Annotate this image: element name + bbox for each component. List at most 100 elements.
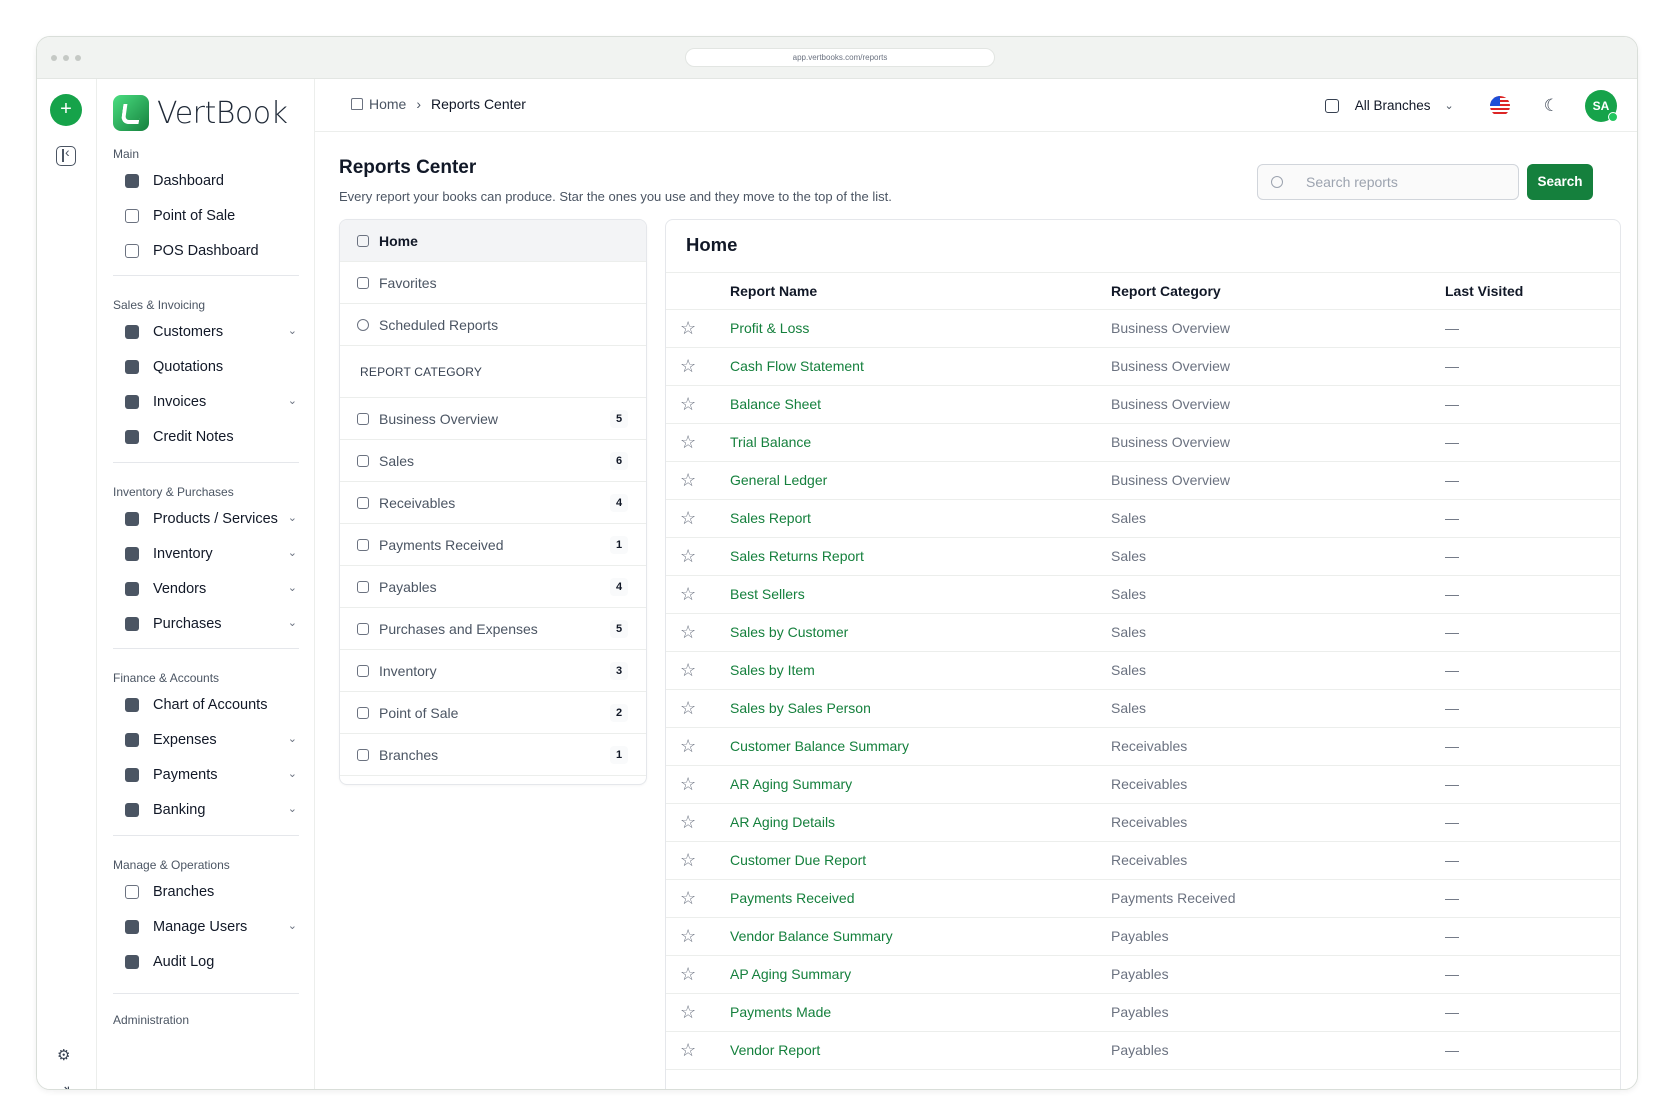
collapse-sidebar-icon[interactable] bbox=[56, 144, 76, 166]
star-icon[interactable]: ☆ bbox=[680, 622, 696, 642]
chevron-down-icon[interactable]: ⌄ bbox=[288, 546, 297, 559]
sidebar-item-expenses[interactable]: Expenses ⌄ bbox=[125, 726, 305, 754]
report-name-link[interactable]: Payments Received bbox=[730, 890, 855, 906]
sidebar-item-dashboard[interactable]: Dashboard bbox=[125, 167, 305, 195]
report-name-link[interactable]: Vendor Balance Summary bbox=[730, 928, 893, 944]
chevron-down-icon[interactable]: ⌄ bbox=[288, 919, 297, 932]
category-branches[interactable]: Branches 1 bbox=[340, 734, 646, 776]
sidebar-item-payments[interactable]: Payments ⌄ bbox=[125, 761, 305, 789]
table-row[interactable]: ☆ Customer Balance Summary Receivables — bbox=[666, 728, 1620, 766]
chevron-down-icon[interactable]: ⌄ bbox=[288, 581, 297, 594]
chevron-down-icon[interactable]: ⌄ bbox=[288, 767, 297, 780]
table-row[interactable]: ☆ Customer Due Report Receivables — bbox=[666, 842, 1620, 880]
sidebar-item-invoices[interactable]: Invoices ⌄ bbox=[125, 388, 305, 416]
category-receivables[interactable]: Receivables 4 bbox=[340, 482, 646, 524]
nav-favorites[interactable]: Favorites bbox=[340, 262, 646, 304]
report-name-link[interactable]: AP Aging Summary bbox=[730, 966, 851, 982]
table-row[interactable]: ☆ General Ledger Business Overview — bbox=[666, 462, 1620, 500]
report-name-link[interactable]: Sales by Sales Person bbox=[730, 700, 871, 716]
chevron-down-icon[interactable]: ⌄ bbox=[288, 802, 297, 815]
chevron-down-icon[interactable]: ⌄ bbox=[288, 324, 297, 337]
table-row[interactable]: ☆ Profit & Loss Business Overview — bbox=[666, 310, 1620, 348]
sidebar-item-quotations[interactable]: Quotations bbox=[125, 353, 305, 381]
star-icon[interactable]: ☆ bbox=[680, 394, 696, 414]
report-name-link[interactable]: AR Aging Summary bbox=[730, 776, 852, 792]
report-name-link[interactable]: Payments Made bbox=[730, 1004, 831, 1020]
sidebar-item-chart-of-accounts[interactable]: Chart of Accounts bbox=[125, 691, 305, 719]
star-icon[interactable]: ☆ bbox=[680, 318, 696, 338]
star-icon[interactable]: ☆ bbox=[680, 584, 696, 604]
star-icon[interactable]: ☆ bbox=[680, 660, 696, 680]
report-name-link[interactable]: Trial Balance bbox=[730, 434, 811, 450]
sidebar-item-branches[interactable]: Branches bbox=[125, 878, 305, 906]
table-row[interactable]: ☆ AP Aging Summary Payables — bbox=[666, 956, 1620, 994]
star-icon[interactable]: ☆ bbox=[680, 812, 696, 832]
nav-home[interactable]: Home bbox=[340, 220, 646, 262]
table-row[interactable]: ☆ Best Sellers Sales — bbox=[666, 576, 1620, 614]
star-icon[interactable]: ☆ bbox=[680, 698, 696, 718]
sidebar-item-credit-notes[interactable]: Credit Notes bbox=[125, 423, 305, 451]
branch-selector[interactable]: All Branches bbox=[1355, 98, 1431, 113]
report-name-link[interactable]: General Ledger bbox=[730, 472, 827, 488]
breadcrumb-home[interactable]: Home bbox=[369, 96, 406, 112]
star-icon[interactable]: ☆ bbox=[680, 470, 696, 490]
report-name-link[interactable]: Sales by Customer bbox=[730, 624, 848, 640]
report-name-link[interactable]: AR Aging Details bbox=[730, 814, 835, 830]
report-name-link[interactable]: Best Sellers bbox=[730, 586, 805, 602]
sidebar-item-products-services[interactable]: Products / Services ⌄ bbox=[125, 505, 305, 533]
star-icon[interactable]: ☆ bbox=[680, 508, 696, 528]
table-row[interactable]: ☆ Payments Received Payments Received — bbox=[666, 880, 1620, 918]
table-row[interactable]: ☆ Sales by Customer Sales — bbox=[666, 614, 1620, 652]
header-last-visited[interactable]: Last Visited bbox=[1445, 283, 1523, 299]
sidebar-item-inventory[interactable]: Inventory ⌄ bbox=[125, 540, 305, 568]
chevron-down-icon[interactable]: ⌄ bbox=[288, 394, 297, 407]
report-name-link[interactable]: Sales Returns Report bbox=[730, 548, 864, 564]
brand[interactable]: VertBook bbox=[113, 95, 288, 131]
settings-icon[interactable]: ⚙ bbox=[57, 1046, 70, 1064]
chevron-down-icon[interactable]: ⌄ bbox=[288, 732, 297, 745]
star-icon[interactable]: ☆ bbox=[680, 774, 696, 794]
table-row[interactable]: ☆ Payments Made Payables — bbox=[666, 994, 1620, 1032]
logout-icon[interactable]: ⇥ bbox=[58, 1081, 70, 1089]
header-report-name[interactable]: Report Name bbox=[730, 283, 817, 299]
url-bar[interactable]: app.vertbooks.com/reports bbox=[685, 48, 995, 67]
report-name-link[interactable]: Profit & Loss bbox=[730, 320, 809, 336]
category-point-of-sale[interactable]: Point of Sale 2 bbox=[340, 692, 646, 734]
star-icon[interactable]: ☆ bbox=[680, 356, 696, 376]
chevron-down-icon[interactable]: ⌄ bbox=[1445, 99, 1454, 112]
chevron-down-icon[interactable]: ⌄ bbox=[288, 511, 297, 524]
report-name-link[interactable]: Customer Due Report bbox=[730, 852, 866, 868]
us-flag-icon[interactable] bbox=[1489, 95, 1510, 116]
nav-scheduled-reports[interactable]: Scheduled Reports bbox=[340, 304, 646, 346]
sidebar-item-purchases[interactable]: Purchases ⌄ bbox=[125, 610, 305, 638]
sidebar-item-customers[interactable]: Customers ⌄ bbox=[125, 318, 305, 346]
moon-icon[interactable]: ☾ bbox=[1544, 96, 1559, 116]
category-payments-received[interactable]: Payments Received 1 bbox=[340, 524, 646, 566]
sidebar-item-manage-users[interactable]: Manage Users ⌄ bbox=[125, 913, 305, 941]
table-row[interactable]: ☆ Sales Report Sales — bbox=[666, 500, 1620, 538]
category-payables[interactable]: Payables 4 bbox=[340, 566, 646, 608]
quick-add-button[interactable]: + bbox=[50, 94, 82, 126]
table-row[interactable]: ☆ Trial Balance Business Overview — bbox=[666, 424, 1620, 462]
table-row[interactable]: ☆ Sales Returns Report Sales — bbox=[666, 538, 1620, 576]
star-icon[interactable]: ☆ bbox=[680, 1002, 696, 1022]
category-business-overview[interactable]: Business Overview 5 bbox=[340, 398, 646, 440]
star-icon[interactable]: ☆ bbox=[680, 546, 696, 566]
star-icon[interactable]: ☆ bbox=[680, 888, 696, 908]
report-name-link[interactable]: Balance Sheet bbox=[730, 396, 821, 412]
table-row[interactable]: ☆ Sales by Item Sales — bbox=[666, 652, 1620, 690]
sidebar-item-pos-dashboard[interactable]: POS Dashboard bbox=[125, 237, 305, 265]
avatar[interactable]: SA bbox=[1585, 89, 1618, 122]
sidebar-item-point-of-sale[interactable]: Point of Sale bbox=[125, 202, 305, 230]
star-icon[interactable]: ☆ bbox=[680, 850, 696, 870]
star-icon[interactable]: ☆ bbox=[680, 964, 696, 984]
report-name-link[interactable]: Customer Balance Summary bbox=[730, 738, 909, 754]
sidebar-item-banking[interactable]: Banking ⌄ bbox=[125, 796, 305, 824]
report-name-link[interactable]: Sales by Item bbox=[730, 662, 815, 678]
search-button[interactable]: Search bbox=[1527, 164, 1593, 200]
star-icon[interactable]: ☆ bbox=[680, 1040, 696, 1060]
category-sales[interactable]: Sales 6 bbox=[340, 440, 646, 482]
category-inventory[interactable]: Inventory 3 bbox=[340, 650, 646, 692]
report-name-link[interactable]: Cash Flow Statement bbox=[730, 358, 864, 374]
header-report-category[interactable]: Report Category bbox=[1111, 283, 1221, 299]
